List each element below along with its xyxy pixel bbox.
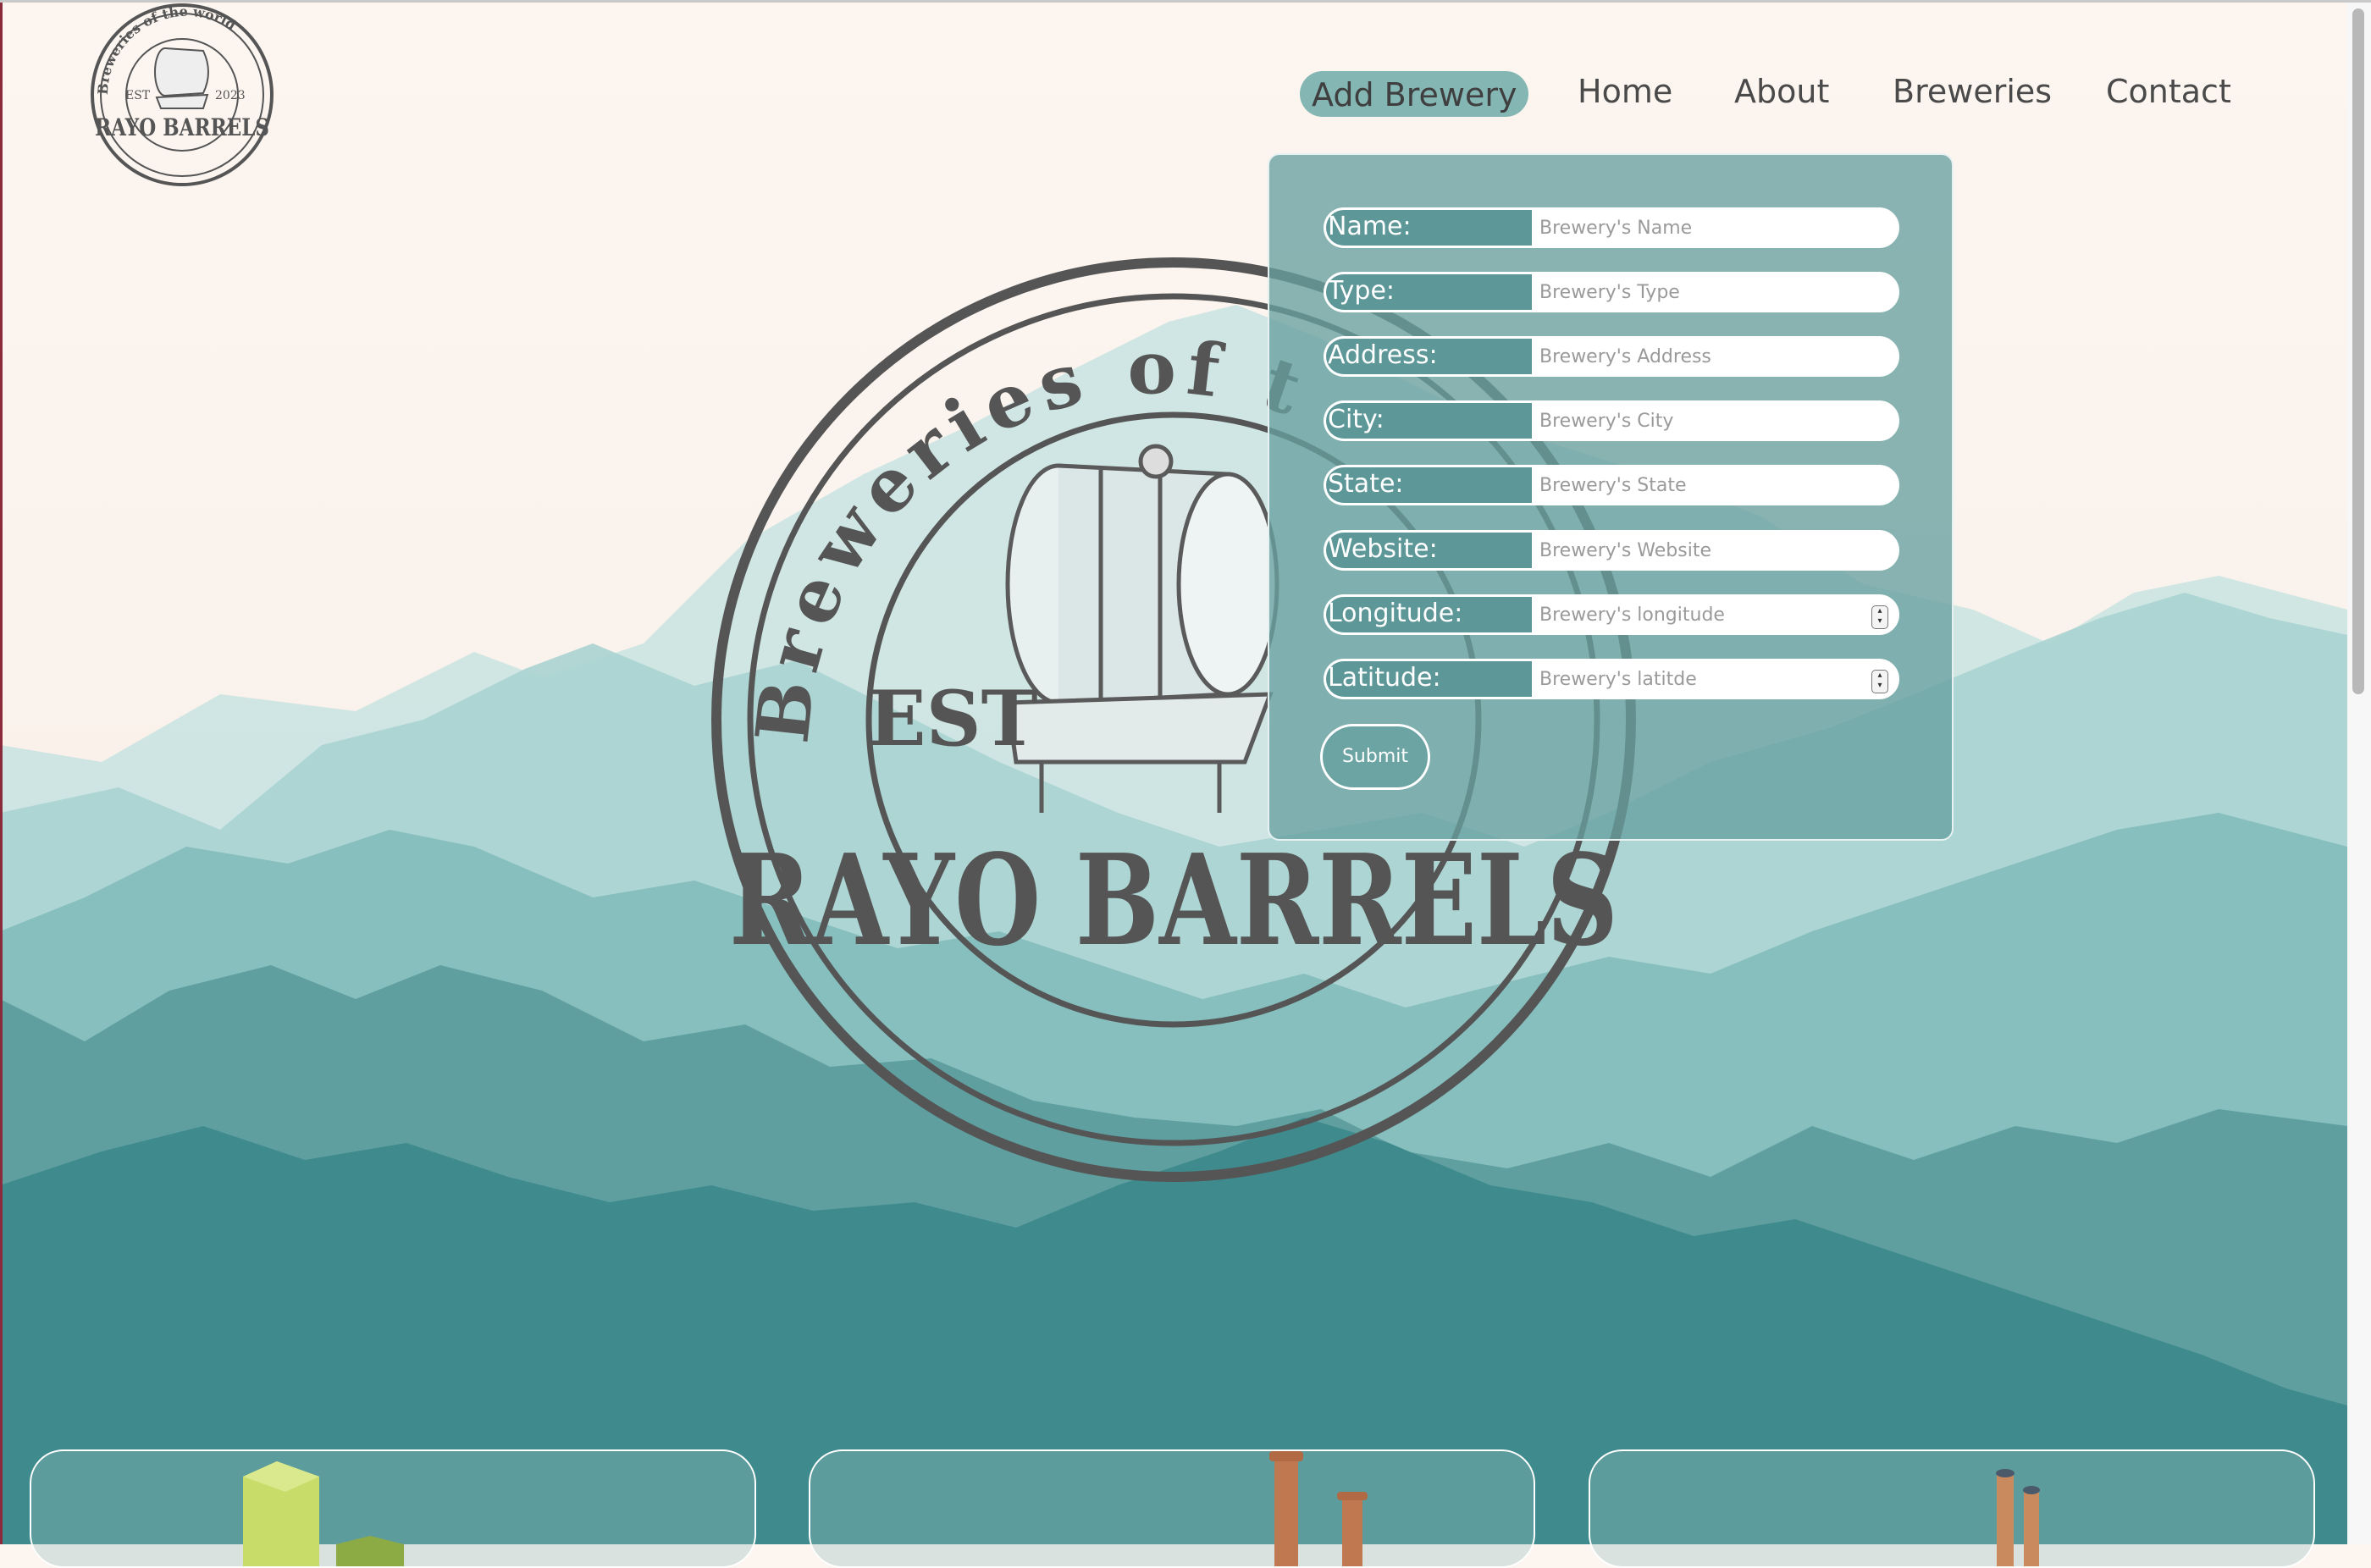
card-illustration (243, 1461, 404, 1566)
scrollbar-thumb[interactable] (2352, 8, 2364, 694)
brand-logo[interactable]: Breweries of the world EST 2023 RAYO BAR… (85, 0, 279, 195)
longitude-input[interactable]: Brewery's longitude ▴ ▾ (1532, 594, 1899, 635)
brand-name: RAYO BARRELS (95, 113, 269, 141)
longitude-label: Longitude: (1324, 594, 1532, 635)
nav-home[interactable]: Home (1578, 66, 1672, 117)
latitude-input[interactable]: Brewery's latitde ▴ ▾ (1532, 659, 1899, 699)
brewery-card[interactable] (30, 1449, 756, 1568)
latitude-field: Latitude: Brewery's latitde ▴ ▾ (1324, 659, 1899, 699)
website-label: Website: (1324, 530, 1532, 571)
name-field: Name: Brewery's Name (1324, 207, 1899, 248)
small-barrel-icon (154, 47, 209, 109)
longitude-field: Longitude: Brewery's longitude ▴ ▾ (1324, 594, 1899, 635)
longitude-placeholder: Brewery's longitude (1539, 605, 1725, 626)
nav-about[interactable]: About (1734, 66, 1829, 117)
website-input[interactable]: Brewery's Website (1532, 530, 1899, 571)
card-illustration (1269, 1451, 1368, 1566)
state-field: State: Brewery's State (1324, 465, 1899, 505)
brand-year: 2023 (215, 89, 246, 102)
name-input[interactable]: Brewery's Name (1532, 207, 1899, 248)
card-illustration (1996, 1469, 2040, 1566)
window-edge (0, 0, 3, 1544)
barrel-icon (1005, 444, 1279, 813)
state-label: State: (1324, 465, 1532, 505)
brewery-card[interactable] (1589, 1449, 2315, 1568)
type-field: Type: Brewery's Type (1324, 272, 1899, 312)
latitude-stepper-icon[interactable]: ▴ ▾ (1871, 670, 1888, 693)
latitude-label: Latitude: (1324, 659, 1532, 699)
address-label: Address: (1324, 336, 1532, 377)
city-field: City: Brewery's City (1324, 400, 1899, 441)
name-label: Name: (1324, 207, 1532, 248)
address-field: Address: Brewery's Address (1324, 336, 1899, 377)
city-input[interactable]: Brewery's City (1532, 400, 1899, 441)
latitude-placeholder: Brewery's latitde (1539, 669, 1697, 690)
nav-breweries[interactable]: Breweries (1893, 66, 2052, 117)
hero-est-label: EST (868, 674, 1038, 764)
submit-button[interactable]: Submit (1320, 724, 1430, 790)
window-edge (0, 0, 2371, 3)
brewery-card[interactable] (809, 1449, 1535, 1568)
city-label: City: (1324, 400, 1532, 441)
nav-contact[interactable]: Contact (2106, 66, 2231, 117)
nav-add-brewery[interactable]: Add Brewery (1300, 71, 1529, 117)
state-input[interactable]: Brewery's State (1532, 465, 1899, 505)
brand-est-label: EST (125, 89, 151, 102)
type-input[interactable]: Brewery's Type (1532, 272, 1899, 312)
hero-background: Breweries of the world EST RAYO BARRELS (0, 0, 2347, 1544)
hero-brand-name: RAYO BARRELS (729, 826, 1618, 974)
type-label: Type: (1324, 272, 1532, 312)
address-input[interactable]: Brewery's Address (1532, 336, 1899, 377)
website-field: Website: Brewery's Website (1324, 530, 1899, 571)
longitude-stepper-icon[interactable]: ▴ ▾ (1871, 605, 1888, 629)
add-brewery-form: Name: Brewery's Name Type: Brewery's Typ… (1268, 153, 1954, 841)
